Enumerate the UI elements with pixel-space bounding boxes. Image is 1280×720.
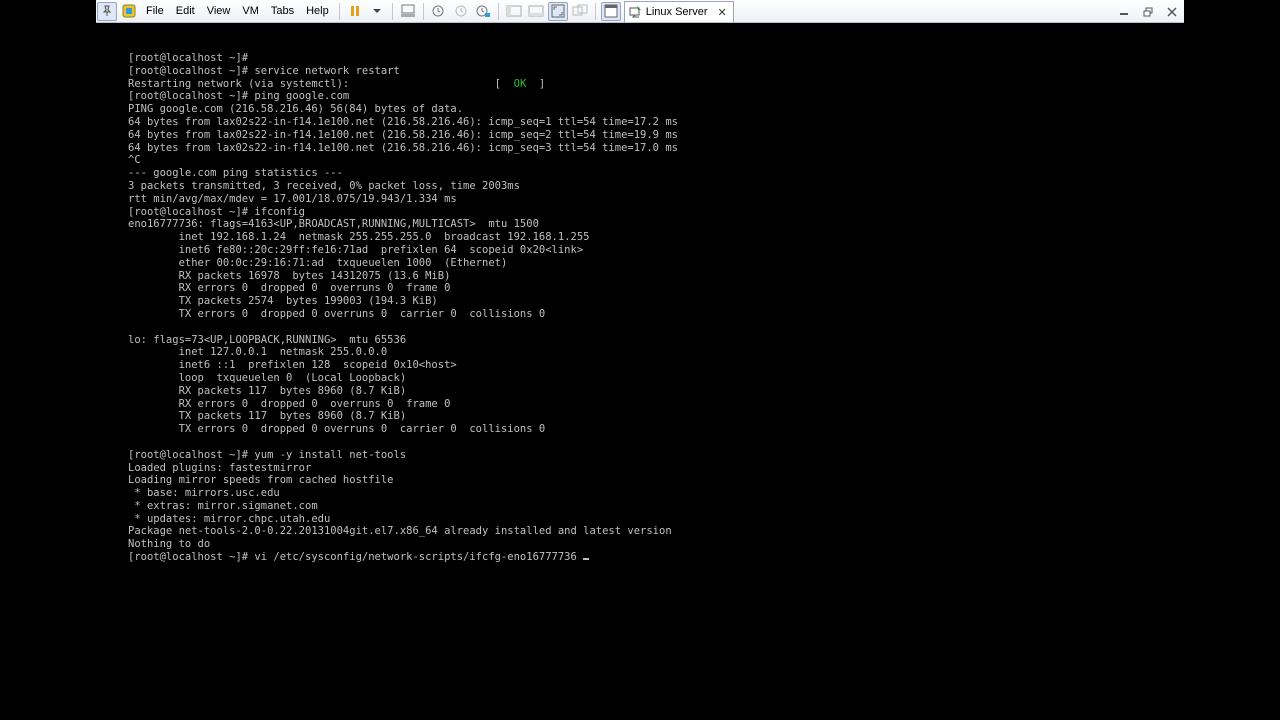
terminal-line: ^C — [128, 154, 141, 167]
menu-file[interactable]: File — [140, 2, 170, 21]
terminal-line: * updates: mirror.chpc.utah.edu — [128, 512, 331, 525]
menu-view[interactable]: View — [201, 2, 237, 21]
terminal-line: [root@localhost ~]# yum -y install net-t… — [128, 448, 407, 461]
toolbar-separator — [594, 2, 596, 20]
terminal-line: TX packets 2574 bytes 199003 (194.3 KiB) — [128, 295, 438, 308]
terminal-console[interactable]: [root@localhost ~]# [root@localhost ~]# … — [128, 52, 1248, 564]
terminal-line: inet6 ::1 prefixlen 128 scopeid 0x10<hos… — [128, 359, 457, 372]
terminal-line: * base: mirrors.usc.edu — [128, 487, 280, 500]
snapshot-icon[interactable] — [429, 2, 449, 21]
sidebar-icon[interactable] — [504, 2, 524, 21]
terminal-line: lo: flags=73<UP,LOOPBACK,RUNNING> mtu 65… — [128, 333, 407, 346]
pin-icon[interactable] — [97, 1, 117, 21]
terminal-line: 3 packets transmitted, 3 received, 0% pa… — [128, 179, 520, 192]
terminal-line: RX packets 117 bytes 8960 (8.7 KiB) — [128, 384, 407, 397]
toolbar-separator — [422, 2, 424, 20]
terminal-line: * extras: mirror.sigmanet.com — [128, 499, 318, 512]
toolbar-separator — [391, 2, 393, 20]
terminal-line: Package net-tools-2.0-0.22.20131004git.e… — [128, 525, 672, 538]
terminal-line: TX errors 0 dropped 0 overruns 0 carrier… — [128, 307, 546, 320]
terminal-line: [root@localhost ~]# ifconfig — [128, 205, 306, 218]
toolbar-separator — [338, 2, 340, 20]
console-view-icon[interactable] — [526, 2, 546, 21]
close-icon[interactable] — [1160, 2, 1184, 21]
terminal-line: TX errors 0 dropped 0 overruns 0 carrier… — [128, 423, 546, 436]
tab-label: Linux Server — [645, 6, 708, 18]
terminal-line: 64 bytes from lax02s22-in-f14.1e100.net … — [128, 115, 678, 128]
tab-linux-server[interactable]: Linux Server ✕ — [623, 1, 734, 22]
terminal-line: RX errors 0 dropped 0 overruns 0 frame 0 — [128, 282, 451, 295]
terminal-line-restart-status: Restarting network (via systemctl): [ OK… — [128, 78, 1248, 91]
unity-icon[interactable] — [570, 2, 590, 21]
terminal-line: loop txqueuelen 0 (Local Loopback) — [128, 371, 407, 384]
terminal-line: inet 127.0.0.1 netmask 255.0.0.0 — [128, 346, 388, 359]
terminal-line: eno16777736: flags=4163<UP,BROADCAST,RUN… — [128, 218, 539, 231]
vmware-toolbar: File Edit View VM Tabs Help Linux Server… — [96, 0, 1184, 23]
terminal-line: inet6 fe80::20c:29ff:fe16:71ad prefixlen… — [128, 243, 584, 256]
restore-icon[interactable] — [1136, 2, 1160, 21]
terminal-command: [root@localhost ~]# vi /etc/sysconfig/ne… — [128, 551, 584, 564]
menu-help[interactable]: Help — [300, 2, 335, 21]
terminal-line: [root@localhost ~]# ping google.com — [128, 90, 350, 103]
terminal-line: RX errors 0 dropped 0 overruns 0 frame 0 — [128, 397, 451, 410]
send-ctrl-alt-del-icon[interactable] — [398, 2, 418, 21]
text-cursor — [583, 558, 590, 561]
terminal-line: inet 192.168.1.24 netmask 255.255.255.0 … — [128, 231, 590, 244]
pause-icon[interactable] — [345, 2, 365, 21]
terminal-line: 64 bytes from lax02s22-in-f14.1e100.net … — [128, 141, 678, 154]
thumbnail-icon[interactable] — [600, 1, 621, 21]
terminal-line: [root@localhost ~]# — [128, 52, 255, 64]
terminal-line-text: Restarting network (via systemctl): [ — [128, 77, 514, 90]
ok-status: OK — [513, 77, 527, 90]
close-tab-icon[interactable]: ✕ — [718, 6, 727, 19]
window-controls — [1112, 0, 1184, 23]
toolbar-separator — [497, 2, 499, 20]
terminal-line: TX packets 117 bytes 8960 (8.7 KiB) — [128, 410, 407, 423]
terminal-line: PING google.com (216.58.216.46) 56(84) b… — [128, 103, 464, 116]
terminal-line: RX packets 16978 bytes 14312075 (13.6 Mi… — [128, 269, 451, 282]
library-icon[interactable] — [119, 2, 139, 21]
status-bracket: ] — [526, 77, 546, 90]
revert-snapshot-icon[interactable] — [451, 2, 471, 21]
snapshot-manager-icon[interactable] — [473, 2, 493, 21]
terminal-line: [root@localhost ~]# service network rest… — [128, 64, 400, 77]
vm-tab-icon — [629, 3, 642, 22]
terminal-line: Nothing to do — [128, 538, 211, 551]
fullscreen-icon[interactable] — [547, 1, 568, 21]
terminal-line: rtt min/avg/max/mdev = 17.001/18.075/19.… — [128, 192, 457, 205]
dropdown-icon[interactable] — [367, 2, 387, 21]
minimize-icon[interactable] — [1112, 2, 1136, 21]
menu-tabs[interactable]: Tabs — [265, 2, 300, 21]
terminal-line: ether 00:0c:29:16:71:ad txqueuelen 1000 … — [128, 256, 508, 269]
menu-vm[interactable]: VM — [236, 2, 265, 21]
terminal-line: --- google.com ping statistics --- — [128, 167, 343, 180]
terminal-prompt-line: [root@localhost ~]# vi /etc/sysconfig/ne… — [128, 551, 1248, 564]
menu-edit[interactable]: Edit — [170, 2, 201, 21]
terminal-line: Loaded plugins: fastestmirror — [128, 461, 312, 474]
terminal-line: Loading mirror speeds from cached hostfi… — [128, 474, 394, 487]
terminal-line: 64 bytes from lax02s22-in-f14.1e100.net … — [128, 128, 678, 141]
